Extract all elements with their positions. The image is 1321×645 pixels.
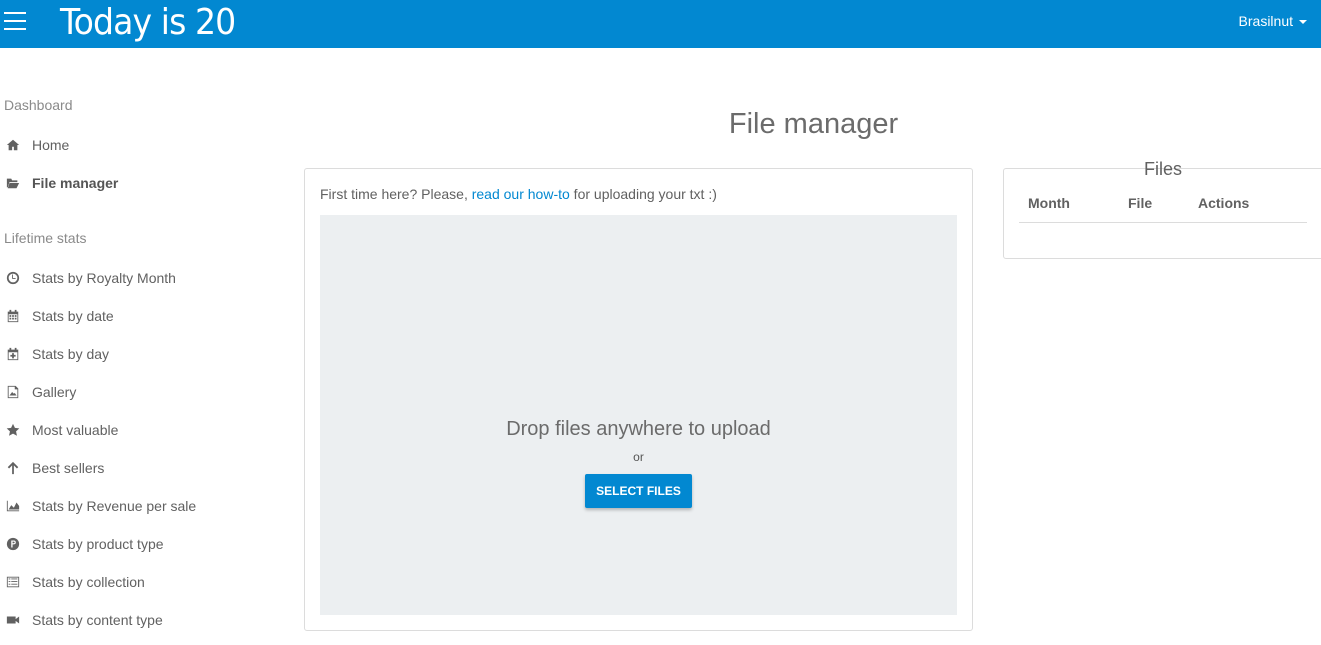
drop-text: Drop files anywhere to upload [506,418,771,440]
files-title: Files [1143,159,1182,179]
sidebar-item-label: Stats by day [32,346,110,362]
sidebar-section-dashboard: Dashboard [4,97,73,113]
sidebar-item-gallery[interactable]: Gallery [4,381,76,403]
folder-open-icon [4,175,22,191]
sidebar-section-lifetime-stats: Lifetime stats [4,230,87,246]
sidebar-item-stats-collection[interactable]: Stats by collection [4,571,145,593]
sidebar-item-label: Gallery [32,384,77,400]
files-card: Files Month File Actions [1003,159,1321,259]
sidebar-item-stats-royalty-month[interactable]: Stats by Royalty Month [4,267,176,289]
arrow-up-icon [4,460,22,476]
sidebar-item-stats-date[interactable]: Stats by date [4,305,114,327]
column-header-file[interactable]: File [1128,195,1152,211]
or-text: or [633,450,644,464]
calendar-icon [4,308,22,324]
sidebar-item-label: File manager [32,175,119,191]
sidebar-item-most-valuable[interactable]: Most valuable [4,419,118,441]
calendar-plus-icon [4,346,22,362]
dropzone[interactable]: Drop files anywhere to upload or SELECT … [320,215,957,615]
sidebar-item-label: Stats by collection [32,574,145,590]
user-name: Brasilnut [1238,13,1293,29]
sidebar-item-stats-content-type[interactable]: Stats by content type [4,609,163,631]
sidebar-item-label: Stats by date [32,308,114,324]
sidebar-item-label: Stats by content type [32,612,163,628]
user-menu[interactable]: Brasilnut [1239,0,1307,42]
clock-icon [4,270,22,286]
product-p-icon [4,536,22,552]
hamburger-menu-icon[interactable] [4,12,26,32]
files-table-header: Month File Actions [1019,194,1307,223]
sidebar-item-stats-revenue-per-sale[interactable]: Stats by Revenue per sale [4,495,196,517]
video-camera-icon [4,612,22,628]
sidebar: Dashboard Home File manager Lifetime sta… [0,48,280,645]
sidebar-item-label: Stats by Royalty Month [32,270,176,286]
sidebar-item-label: Stats by Revenue per sale [32,498,197,514]
intro-suffix: for uploading your txt :) [569,186,717,202]
intro-prefix: First time here? Please, [320,186,472,202]
how-to-link[interactable]: read our how-to [472,186,570,202]
sidebar-item-home[interactable]: Home [4,134,69,156]
top-bar: Today is 20 Brasilnut [0,0,1321,48]
intro-text: First time here? Please, read our how-to… [320,186,717,202]
sidebar-item-label: Stats by product type [32,536,164,552]
page-title: File manager [728,108,899,140]
sidebar-item-label: Home [32,137,70,153]
column-header-actions[interactable]: Actions [1198,195,1249,211]
list-alt-icon [4,574,22,590]
sidebar-item-best-sellers[interactable]: Best sellers [4,457,104,479]
brand-logo[interactable]: Today is 20 [60,0,236,48]
star-icon [4,422,22,438]
upload-card: First time here? Please, read our how-to… [304,168,973,631]
sidebar-item-stats-day[interactable]: Stats by day [4,343,109,365]
caret-down-icon [1299,20,1307,25]
sidebar-item-label: Most valuable [32,422,119,438]
home-icon [4,137,22,153]
column-header-month[interactable]: Month [1028,195,1070,211]
image-icon [4,384,22,400]
sidebar-item-label: Best sellers [32,460,105,476]
select-files-button[interactable]: SELECT FILES [585,474,692,508]
sidebar-item-file-manager[interactable]: File manager [4,172,118,194]
area-chart-icon [4,498,22,514]
sidebar-item-stats-product-type[interactable]: Stats by product type [4,533,164,555]
